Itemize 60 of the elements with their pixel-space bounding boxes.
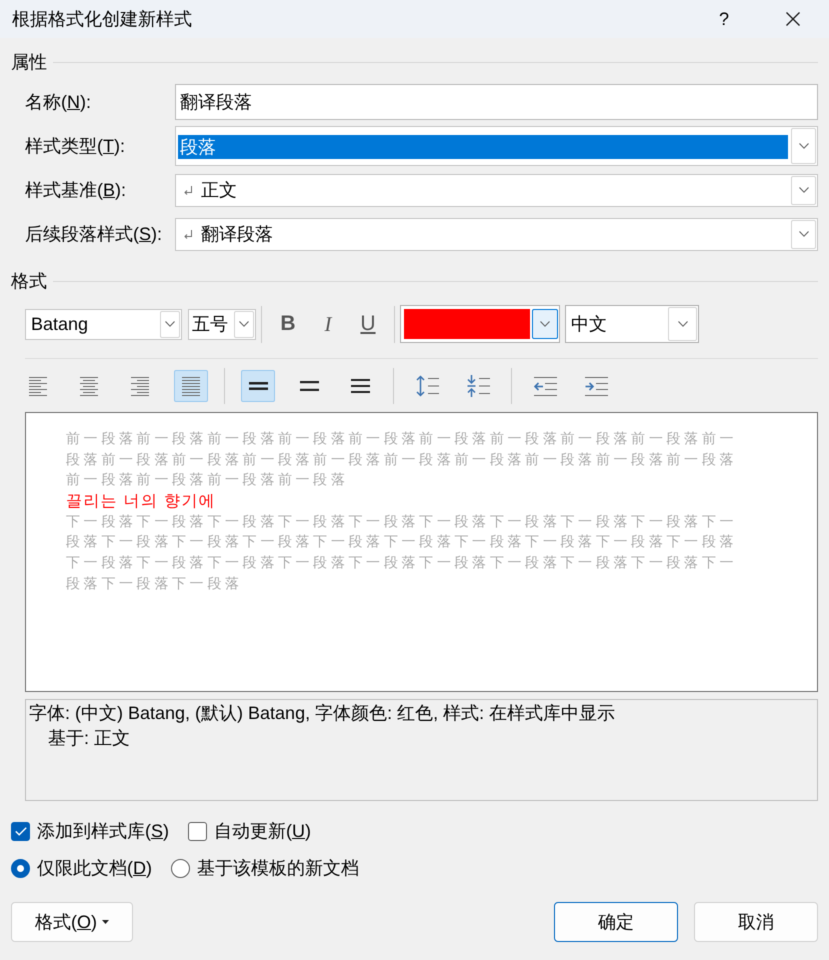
dropdown-field[interactable]: 正文 xyxy=(175,174,818,206)
chevron-down-icon xyxy=(798,187,808,193)
selected-text: 段落 xyxy=(178,135,788,159)
text-field[interactable]: 翻译段落 xyxy=(175,84,818,120)
previous-paragraph-text: 前一段落前一段落前一段落前一段落前一段落前一段落前一段落前一段落前一段落前一段落前一段落前一段落前一段落前一段落前一段落前一段落前一段落前一段落前一段落前一段落前一段落前一段落前一段落 xyxy=(66,430,738,490)
checkbox[interactable] xyxy=(11,822,30,840)
section-heading: 属性 xyxy=(11,51,47,74)
window-title: 根据格式化创建新样式 xyxy=(12,8,193,31)
one-and-half-spacing-icon xyxy=(300,379,318,393)
single-spacing-icon xyxy=(248,379,268,393)
radio-label: 基于该模板的新文档 xyxy=(197,857,359,880)
font-size-dropdown[interactable]: 五号 xyxy=(188,308,256,340)
font-color-dropdown[interactable] xyxy=(400,305,560,343)
field-label: 后续段落样式(S): xyxy=(25,223,164,246)
next-paragraph-text: 下一段落下一段落下一段落下一段落下一段落下一段落下一段落下一段落下一段落下一段落下一段落下一段落下一段落下一段落下一段落下一段落下一段落下一段落下一段落下一段落下一段落下一段落下一段落下一段落下一段落下一段落下一段落下一段落下一段落下一段落下一段落 xyxy=(66,512,738,594)
cancel-button[interactable]: 取消 xyxy=(694,902,818,942)
field-label: 名称(N): xyxy=(25,91,92,114)
checkbox-label: 自动更新(U) xyxy=(214,820,312,843)
language-dropdown[interactable]: 中文 xyxy=(565,305,699,343)
style-description-text: 字体: (中文) Batang, (默认) Batang, 字体颜色: 红色, 样式: 在样式库中显示 xyxy=(29,702,616,725)
decrease-indent-icon xyxy=(534,376,556,396)
checkbox-label: 添加到样式库(S) xyxy=(37,820,170,843)
ok-button[interactable]: 确定 xyxy=(554,902,678,942)
double-spacing-icon xyxy=(350,379,370,393)
increase-paragraph-spacing-icon xyxy=(416,375,438,397)
close-icon xyxy=(786,12,800,26)
increase-indent-icon xyxy=(584,376,608,396)
decrease-paragraph-spacing-icon xyxy=(466,375,490,397)
align-right-icon xyxy=(131,376,149,396)
section-heading: 格式 xyxy=(11,270,47,293)
field-label: 样式基准(B): xyxy=(25,179,128,202)
align-left-icon xyxy=(29,376,47,396)
align-center-icon xyxy=(80,376,98,396)
dropdown-field[interactable]: 段落 xyxy=(175,126,818,166)
field-label: 样式类型(T): xyxy=(25,135,126,158)
chevron-down-icon xyxy=(678,321,688,327)
chevron-down-icon xyxy=(165,321,175,327)
sample-text: 끌리는 너의 향기에 xyxy=(66,492,217,512)
chevron-down-icon xyxy=(239,321,249,327)
dropdown-field[interactable]: 翻译段落 xyxy=(175,218,818,250)
italic-button[interactable]: I xyxy=(313,309,343,339)
checkbox[interactable] xyxy=(188,822,208,840)
radio-label: 仅限此文档(D) xyxy=(37,857,152,880)
chevron-down-icon xyxy=(540,321,550,327)
check-icon xyxy=(14,826,26,836)
radio-button[interactable] xyxy=(11,858,30,878)
dropdown-button[interactable] xyxy=(532,309,558,339)
justify-button[interactable] xyxy=(174,370,208,402)
justify-icon xyxy=(182,376,200,396)
single-spacing-button[interactable] xyxy=(241,370,275,402)
format-menu-button[interactable]: 格式(O) xyxy=(11,902,133,942)
underline-button[interactable]: U xyxy=(353,309,383,339)
chevron-down-icon xyxy=(798,143,808,149)
based-on-text: 基于: 正文 xyxy=(47,727,132,750)
caret-down-icon xyxy=(102,920,109,924)
help-button[interactable]: ? xyxy=(701,2,747,36)
chevron-down-icon xyxy=(798,231,808,237)
bold-button[interactable]: B xyxy=(273,309,303,339)
font-dropdown[interactable]: Batang xyxy=(25,308,182,340)
radio-button[interactable] xyxy=(171,858,190,878)
